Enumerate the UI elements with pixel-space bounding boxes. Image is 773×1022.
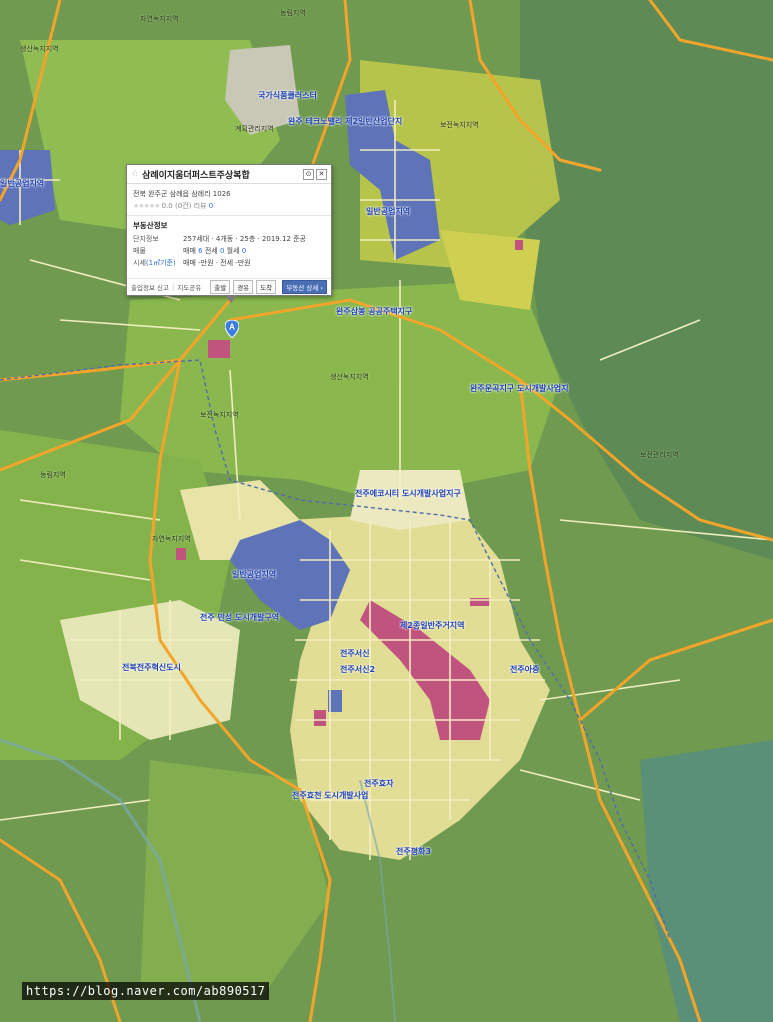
listing-values: 매매 6 전세 0 월세 0 — [183, 246, 246, 256]
listing-monthly-count[interactable]: 0 — [242, 247, 246, 255]
arrive-button[interactable]: 도착 — [256, 280, 277, 294]
detail-button[interactable]: 부동산 상세 › — [282, 280, 327, 294]
commercial-samnye — [208, 340, 230, 358]
section-title: 부동산정보 — [133, 221, 168, 230]
map-label: 제2종일반주거지역 — [400, 621, 465, 630]
map-label: 보전녹지지역 — [200, 411, 239, 419]
complex-value: 257세대 · 4개동 · 25층 · 2019.12 준공 — [183, 235, 306, 243]
popup-rating: ★★★★★ 0.0 (0건) 리뷰 0 — [127, 200, 331, 215]
blog-watermark: https://blog.naver.com/ab890517 — [22, 982, 270, 1000]
map-label: 완주 테크노밸리 제2일반산업단지 — [288, 117, 403, 126]
rating-score: 0.0 (0건) — [161, 202, 192, 210]
commercial-small-2 — [176, 548, 186, 560]
listing-row: 매물 매매 6 전세 0 월세 0 — [133, 246, 325, 256]
map-label: 계획관리지역 — [235, 125, 274, 133]
listing-monthly-label: 월세 — [226, 247, 240, 255]
place-info-popup: ☆ 삼례이지움더퍼스트주상복합 ⊙ ✕ 전북 완주군 삼례읍 삼례리 1026 … — [126, 164, 332, 303]
share-link[interactable]: 지도공유 — [177, 282, 201, 292]
map-label: 완주삼봉 공공주택지구 — [336, 307, 413, 316]
price-value: 매매 -만원 · 전세 -만원 — [183, 259, 251, 267]
listing-label: 매물 — [133, 247, 146, 255]
map-label: 전주평화3 — [396, 847, 432, 856]
map-label: 전주아중 — [510, 665, 540, 674]
popup-tail — [225, 295, 237, 303]
map-label: 생산녹지지역 — [20, 45, 59, 53]
favorite-star-icon[interactable]: ☆ — [131, 169, 139, 179]
map-label: 전주효천 도시개발사업 — [292, 791, 369, 800]
commercial-small-4 — [515, 240, 523, 250]
map-label: 농림지역 — [40, 471, 66, 479]
map-label: 일반공업지역 — [232, 570, 277, 579]
footer-separator: | — [171, 283, 175, 291]
map-label: 일반공업지역 — [366, 207, 411, 216]
map-label: 전북전주혁신도시 — [122, 663, 181, 672]
map-label: 농림지역 — [280, 9, 306, 17]
map-label: 보전관리지역 — [640, 451, 679, 459]
map-label: 보전녹지지역 — [440, 121, 479, 129]
commercial-small-1 — [314, 710, 326, 726]
map-label: 완주운곡지구 도시개발사업지 — [470, 384, 569, 393]
price-label: 시세(1㎡기준) — [133, 258, 183, 268]
pin-icon[interactable]: ⊙ — [303, 168, 314, 180]
review-count[interactable]: 0 — [209, 202, 213, 210]
location-marker[interactable]: A — [225, 320, 239, 338]
map-label: 전주 만성 도시개발구역 — [200, 613, 280, 622]
popup-address: 전북 완주군 삼례읍 삼례리 1026 — [133, 190, 231, 198]
map-label: 전주서신2 — [340, 665, 376, 674]
map-label: 자연녹지지역 — [140, 15, 179, 23]
map-label: 전주에코시티 도시개발사업지구 — [355, 489, 461, 498]
via-button[interactable]: 경유 — [233, 280, 254, 294]
rating-stars: ★★★★★ — [133, 202, 160, 210]
real-estate-section: 부동산정보 단지정보 257세대 · 4개동 · 25층 · 2019.12 준… — [127, 215, 331, 268]
listing-jeonse-label: 전세 — [204, 247, 218, 255]
depart-button[interactable]: 출발 — [210, 280, 231, 294]
close-icon[interactable]: ✕ — [316, 168, 327, 180]
popup-title: 삼례이지움더퍼스트주상복합 — [142, 170, 250, 181]
report-link[interactable]: 출입정보 신고 — [131, 282, 169, 292]
map-label: 전주서신 — [340, 649, 370, 658]
map-label: 자연녹지지역 — [152, 535, 191, 543]
review-label[interactable]: 리뷰 — [194, 202, 207, 210]
price-row: 시세(1㎡기준) 매매 -만원 · 전세 -만원 — [133, 258, 325, 268]
marker-letter: A — [229, 323, 235, 332]
map-label: 전주효자 — [364, 779, 394, 788]
complex-row: 단지정보 257세대 · 4개동 · 25층 · 2019.12 준공 — [133, 234, 325, 244]
land-use-map[interactable] — [0, 0, 773, 1022]
price-label-text: 시세 — [133, 259, 146, 267]
listing-jeonse-count[interactable]: 0 — [220, 247, 224, 255]
listing-sale-label: 매매 — [183, 247, 196, 255]
map-label: 생산녹지지역 — [330, 373, 369, 381]
complex-label: 단지정보 — [133, 235, 159, 243]
map-label: 국가식품클러스터 — [258, 91, 317, 100]
listing-sale-count[interactable]: 6 — [198, 247, 202, 255]
map-label: 일반공업지역 — [0, 179, 45, 188]
price-hint: (1㎡기준) — [145, 259, 176, 267]
popup-footer: 출입정보 신고 | 지도공유 출발 경유 도착 부동산 상세 › — [127, 278, 331, 295]
